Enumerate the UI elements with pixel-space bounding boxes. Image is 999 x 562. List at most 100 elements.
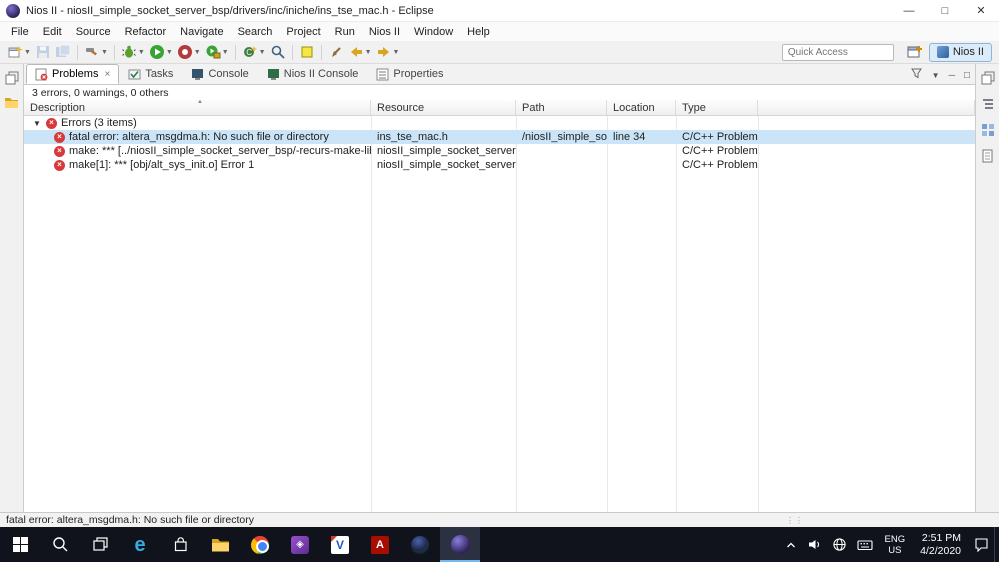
documents-shortcut[interactable]: [979, 147, 997, 165]
column-header-resource[interactable]: Resource: [371, 100, 516, 115]
speaker-icon: [807, 537, 822, 552]
start-button[interactable]: [0, 527, 40, 562]
minimize-button[interactable]: —: [891, 0, 927, 21]
view-menu-button[interactable]: ▼: [932, 71, 940, 80]
filter-button[interactable]: [910, 67, 923, 83]
language-indicator[interactable]: ENG US: [878, 534, 913, 556]
touch-keyboard-button[interactable]: [852, 527, 878, 562]
store-bag-icon: [172, 536, 189, 553]
make-targets-icon: [981, 123, 995, 137]
back-arrow-icon: [348, 44, 364, 60]
last-edit-location-button[interactable]: [326, 42, 346, 62]
statusbar-grip[interactable]: ⋮⋮: [786, 516, 804, 525]
save-all-button[interactable]: [53, 42, 73, 62]
column-header-path[interactable]: Path: [516, 100, 607, 115]
properties-icon: [376, 68, 389, 81]
nios-perspective-button[interactable]: Nios II: [929, 43, 992, 62]
tab-label: Properties: [393, 68, 443, 80]
task-view-button[interactable]: [80, 527, 120, 562]
external-tools-button[interactable]: ▼: [203, 42, 231, 62]
problem-row-2[interactable]: × make: *** [../niosII_simple_socket_ser…: [24, 144, 975, 158]
errors-group-row[interactable]: ▼ × Errors (3 items): [24, 116, 975, 130]
minimize-view-button[interactable]: ─: [949, 70, 955, 80]
problem-location: line 34: [607, 131, 676, 143]
tree-expander-icon[interactable]: ▼: [32, 119, 42, 128]
back-button[interactable]: ▼: [346, 42, 374, 62]
column-header-description[interactable]: ▲ Description: [24, 100, 371, 115]
column-header-location[interactable]: Location: [607, 100, 676, 115]
volume-button[interactable]: [802, 527, 827, 562]
close-tab-icon[interactable]: ×: [104, 69, 110, 80]
taskbar-search-button[interactable]: [40, 527, 80, 562]
v-document-app-icon: V: [331, 536, 349, 554]
tab-tasks[interactable]: Tasks: [119, 64, 182, 84]
toolbar-separator: [321, 45, 322, 60]
highlighter-icon: [299, 44, 315, 60]
adobe-reader-icon: A: [371, 536, 389, 554]
quick-access-input[interactable]: [782, 44, 894, 61]
action-center-button[interactable]: [969, 527, 994, 562]
new-cpp-class-button[interactable]: C ▼: [240, 42, 268, 62]
menu-help[interactable]: Help: [460, 24, 497, 40]
network-globe-icon: [832, 537, 847, 552]
menu-file[interactable]: File: [4, 24, 36, 40]
run-button[interactable]: ▼: [147, 42, 175, 62]
problem-row-3[interactable]: × make[1]: *** [obj/alt_sys_init.o] Erro…: [24, 158, 975, 172]
tab-properties[interactable]: Properties: [367, 64, 452, 84]
problem-description: fatal error: altera_msgdma.h: No such fi…: [69, 131, 329, 143]
maximize-view-button[interactable]: □: [964, 70, 970, 81]
action-center-icon: [974, 537, 989, 552]
restore-pane-button-right[interactable]: [979, 69, 997, 87]
menu-edit[interactable]: Edit: [36, 24, 69, 40]
menu-project[interactable]: Project: [279, 24, 327, 40]
v-app-button[interactable]: V: [320, 527, 360, 562]
tab-nios-console[interactable]: Nios II Console: [258, 64, 368, 84]
problems-table: ▲ Description Resource Path Location Typ…: [24, 100, 975, 512]
maximize-button[interactable]: □: [927, 0, 963, 21]
menu-search[interactable]: Search: [231, 24, 280, 40]
restore-pane-button[interactable]: [3, 69, 21, 87]
clock-time: 2:51 PM: [922, 532, 961, 545]
forward-button[interactable]: ▼: [374, 42, 402, 62]
new-wizard-button[interactable]: ▼: [5, 42, 33, 62]
menu-niosii[interactable]: Nios II: [362, 24, 407, 40]
taskbar-clock[interactable]: 2:51 PM 4/2/2020: [912, 532, 969, 557]
network-button[interactable]: [827, 527, 852, 562]
problem-resource: niosII_simple_socket_server: [371, 145, 516, 157]
menu-refactor[interactable]: Refactor: [118, 24, 174, 40]
debug-button[interactable]: ▼: [119, 42, 147, 62]
open-perspective-button[interactable]: [904, 42, 924, 62]
tab-problems[interactable]: Problems ×: [26, 64, 119, 84]
toggle-mark-occurrences-button[interactable]: [297, 42, 317, 62]
file-explorer-button[interactable]: [200, 527, 240, 562]
chevron-down-icon: ▼: [222, 49, 229, 56]
eclipse-pinned-button[interactable]: [400, 527, 440, 562]
purple-app-button[interactable]: ◈: [280, 527, 320, 562]
search-button[interactable]: [268, 42, 288, 62]
edge-icon: e: [134, 535, 145, 555]
chrome-button[interactable]: [240, 527, 280, 562]
problem-row-1[interactable]: × fatal error: altera_msgdma.h: No such …: [24, 130, 975, 144]
eclipse-window-button[interactable]: [440, 527, 480, 562]
menubar: File Edit Source Refactor Navigate Searc…: [0, 22, 999, 41]
hidden-icons-button[interactable]: [780, 527, 802, 562]
tab-console[interactable]: Console: [182, 64, 257, 84]
menu-source[interactable]: Source: [69, 24, 118, 40]
menu-navigate[interactable]: Navigate: [173, 24, 230, 40]
problems-view: Problems × Tasks Console Nios II Consol: [24, 64, 975, 512]
menu-window[interactable]: Window: [407, 24, 460, 40]
edge-button[interactable]: e: [120, 527, 160, 562]
column-header-type[interactable]: Type: [676, 100, 758, 115]
project-explorer-shortcut[interactable]: [3, 93, 21, 111]
outline-shortcut[interactable]: [979, 95, 997, 113]
build-all-button[interactable]: ▼: [82, 42, 110, 62]
save-button[interactable]: [33, 42, 53, 62]
adobe-reader-button[interactable]: A: [360, 527, 400, 562]
close-button[interactable]: ✕: [963, 0, 999, 21]
profile-button[interactable]: ▼: [175, 42, 203, 62]
menu-run[interactable]: Run: [328, 24, 362, 40]
show-desktop-button[interactable]: [994, 527, 999, 562]
restore-pane-icon: [5, 71, 19, 85]
make-targets-shortcut[interactable]: [979, 121, 997, 139]
store-button[interactable]: [160, 527, 200, 562]
